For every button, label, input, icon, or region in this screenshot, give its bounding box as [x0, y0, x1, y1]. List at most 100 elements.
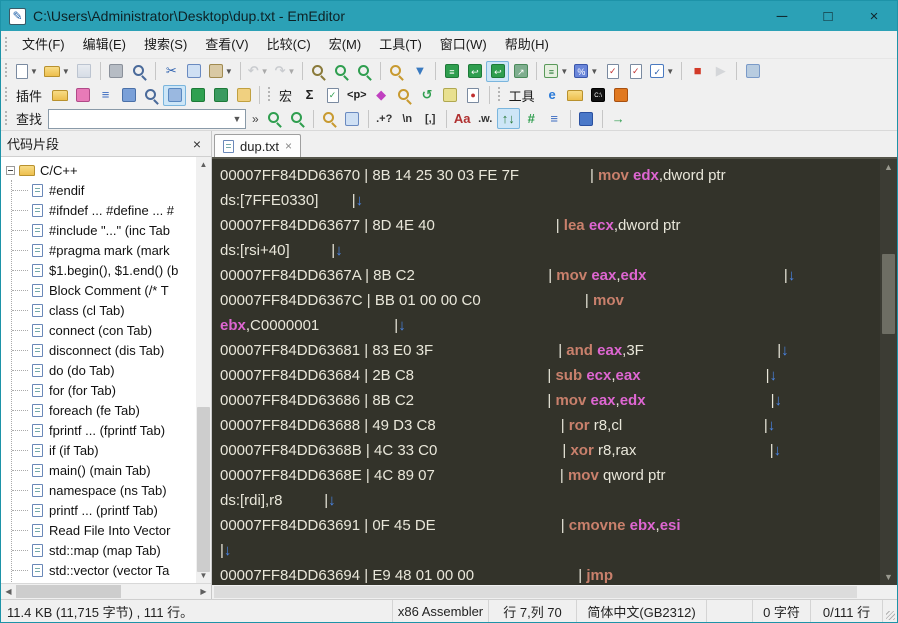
toolbar-overflow-chevron[interactable]: »: [248, 112, 263, 126]
toolbar-grip[interactable]: [4, 110, 9, 127]
editor-vertical-scrollbar[interactable]: ▲ ▼: [880, 159, 897, 585]
search-backward-button[interactable]: [263, 108, 286, 129]
snippet-item[interactable]: printf ... (printf Tab): [12, 500, 196, 520]
scroll-up-icon[interactable]: ▲: [196, 157, 211, 172]
macro-sort-button[interactable]: ◆: [370, 85, 393, 106]
plugin-snippets-button[interactable]: [163, 84, 187, 106]
menu-item-1[interactable]: 编辑(E): [74, 34, 135, 56]
menu-item-3[interactable]: 查看(V): [196, 34, 257, 56]
tool-cmd-button[interactable]: C:\: [587, 85, 610, 106]
macro-select-button[interactable]: [439, 85, 462, 106]
snippets-horizontal-scrollbar[interactable]: ◀ ▶: [1, 583, 211, 599]
find-input[interactable]: ▼: [48, 108, 247, 129]
find-button[interactable]: [307, 61, 330, 82]
snippet-item[interactable]: foreach (fe Tab): [12, 400, 196, 420]
snippet-item[interactable]: #include "..." (inc Tab: [12, 220, 196, 240]
toolbar-grip[interactable]: [4, 87, 9, 103]
undo-button[interactable]: ↶ ▼: [245, 61, 272, 82]
snippet-item[interactable]: disconnect (dis Tab): [12, 340, 196, 360]
new-file-button[interactable]: ▼: [13, 61, 41, 82]
wrap-none-button[interactable]: ≡: [440, 61, 463, 82]
record-macro-button[interactable]: ■: [686, 61, 709, 82]
macro-find-button[interactable]: [393, 85, 416, 106]
tree-root-c-cpp[interactable]: C/C++: [1, 160, 196, 180]
scrollbar-thumb[interactable]: [197, 407, 210, 572]
maximize-button[interactable]: □: [805, 1, 851, 31]
scroll-right-icon[interactable]: ▶: [196, 587, 211, 596]
snippet-item[interactable]: class (cl Tab): [12, 300, 196, 320]
resize-grip[interactable]: [883, 600, 897, 622]
dropdown-arrow-icon[interactable]: ▼: [62, 67, 70, 76]
snippet-item[interactable]: std::vector (vector Ta: [12, 560, 196, 580]
pin-button[interactable]: [741, 61, 764, 82]
macro-sigma-button[interactable]: Σ: [298, 85, 321, 106]
snippet-item[interactable]: #endif: [12, 180, 196, 200]
find-input-field[interactable]: [49, 110, 230, 127]
snippet-item[interactable]: $1.begin(), $1.end() (b: [12, 260, 196, 280]
close-button[interactable]: ×: [851, 1, 897, 31]
wrap-by-chars-button[interactable]: ↩: [486, 60, 510, 82]
plugin-outline-text-button[interactable]: ≡: [94, 85, 117, 106]
check-document-button[interactable]: ✓: [601, 61, 624, 82]
snippet-item[interactable]: Block Comment (/* T: [12, 280, 196, 300]
search-direction-button[interactable]: ↑↓: [496, 108, 520, 129]
snippets-panel-close-icon[interactable]: ×: [189, 136, 205, 152]
macro-check-button[interactable]: ✓: [321, 85, 344, 106]
run-macro-button[interactable]: ▶: [709, 61, 732, 82]
plugin-numbering-button[interactable]: [232, 85, 255, 106]
snippet-item[interactable]: #pragma mark (mark: [12, 240, 196, 260]
scroll-down-icon[interactable]: ▼: [880, 569, 897, 585]
snippet-item[interactable]: Read File Into Vector: [12, 520, 196, 540]
print-preview-button[interactable]: [128, 61, 151, 82]
snippet-item[interactable]: connect (con Tab): [12, 320, 196, 340]
open-file-button[interactable]: ▼: [41, 61, 73, 82]
dropdown-arrow-icon[interactable]: ▼: [261, 67, 269, 76]
menu-item-8[interactable]: 帮助(H): [496, 34, 558, 56]
snippet-item[interactable]: std::map (map Tab): [12, 540, 196, 560]
plugin-grid-button[interactable]: [71, 85, 94, 106]
toolbar-grip[interactable]: [4, 63, 9, 79]
wrap-by-page-button[interactable]: ↗: [509, 61, 532, 82]
outline-button[interactable]: ≡ ▼: [541, 61, 571, 82]
plugin-window-button[interactable]: [117, 85, 140, 106]
dropdown-arrow-icon[interactable]: ▼: [666, 67, 674, 76]
filter-button[interactable]: ▼: [408, 61, 431, 82]
toolbar-grip[interactable]: [496, 87, 502, 103]
dropdown-arrow-icon[interactable]: ▼: [288, 67, 296, 76]
dropdown-arrow-icon[interactable]: ▼: [590, 67, 598, 76]
cut-button[interactable]: ✂: [160, 61, 183, 82]
sync-scroll-button[interactable]: % ▼: [571, 61, 601, 82]
menu-item-5[interactable]: 宏(M): [320, 34, 371, 56]
editor-horizontal-scrollbar[interactable]: [212, 585, 897, 599]
dropdown-arrow-icon[interactable]: ▼: [560, 67, 568, 76]
plugin-wordcomplete-button[interactable]: [209, 85, 232, 106]
tree-collapse-icon[interactable]: [6, 165, 15, 175]
snippets-vertical-scrollbar[interactable]: ▲ ▼: [196, 157, 211, 583]
focus-editor-button[interactable]: [575, 108, 598, 129]
copy-button[interactable]: [183, 61, 206, 82]
scroll-down-icon[interactable]: ▼: [196, 568, 211, 583]
snippet-item[interactable]: do (do Tab): [12, 360, 196, 380]
find-in-files-button[interactable]: [385, 61, 408, 82]
menubar-grip[interactable]: [4, 36, 9, 53]
plugin-webpreview-button[interactable]: [186, 85, 209, 106]
number-range-button[interactable]: [,]: [419, 108, 442, 129]
find-previous-button[interactable]: [330, 61, 353, 82]
editor-area[interactable]: 00007FF84DD63670 | 8B 14 25 30 03 FE 7F …: [212, 157, 897, 585]
menu-item-2[interactable]: 搜索(S): [135, 34, 196, 56]
snippet-item[interactable]: namespace (ns Tab): [12, 480, 196, 500]
plugin-search-button[interactable]: [140, 85, 163, 106]
advanced-find-button[interactable]: [318, 108, 341, 129]
print-button[interactable]: [105, 61, 128, 82]
bookmark-all-button[interactable]: ≡: [543, 108, 566, 129]
find-next-button[interactable]: [353, 61, 376, 82]
scrollbar-thumb[interactable]: [16, 585, 121, 598]
paste-button[interactable]: ▼: [206, 61, 236, 82]
tool-browser-button[interactable]: e: [541, 85, 564, 106]
checkbox-options-button[interactable]: ✓ ▼: [647, 61, 677, 82]
tab-dup-txt[interactable]: dup.txt ×: [214, 134, 302, 157]
dropdown-arrow-icon[interactable]: ▼: [30, 67, 38, 76]
count-matches-button[interactable]: #: [520, 108, 543, 129]
menu-item-6[interactable]: 工具(T): [370, 34, 431, 56]
redo-button[interactable]: ↷ ▼: [272, 61, 299, 82]
